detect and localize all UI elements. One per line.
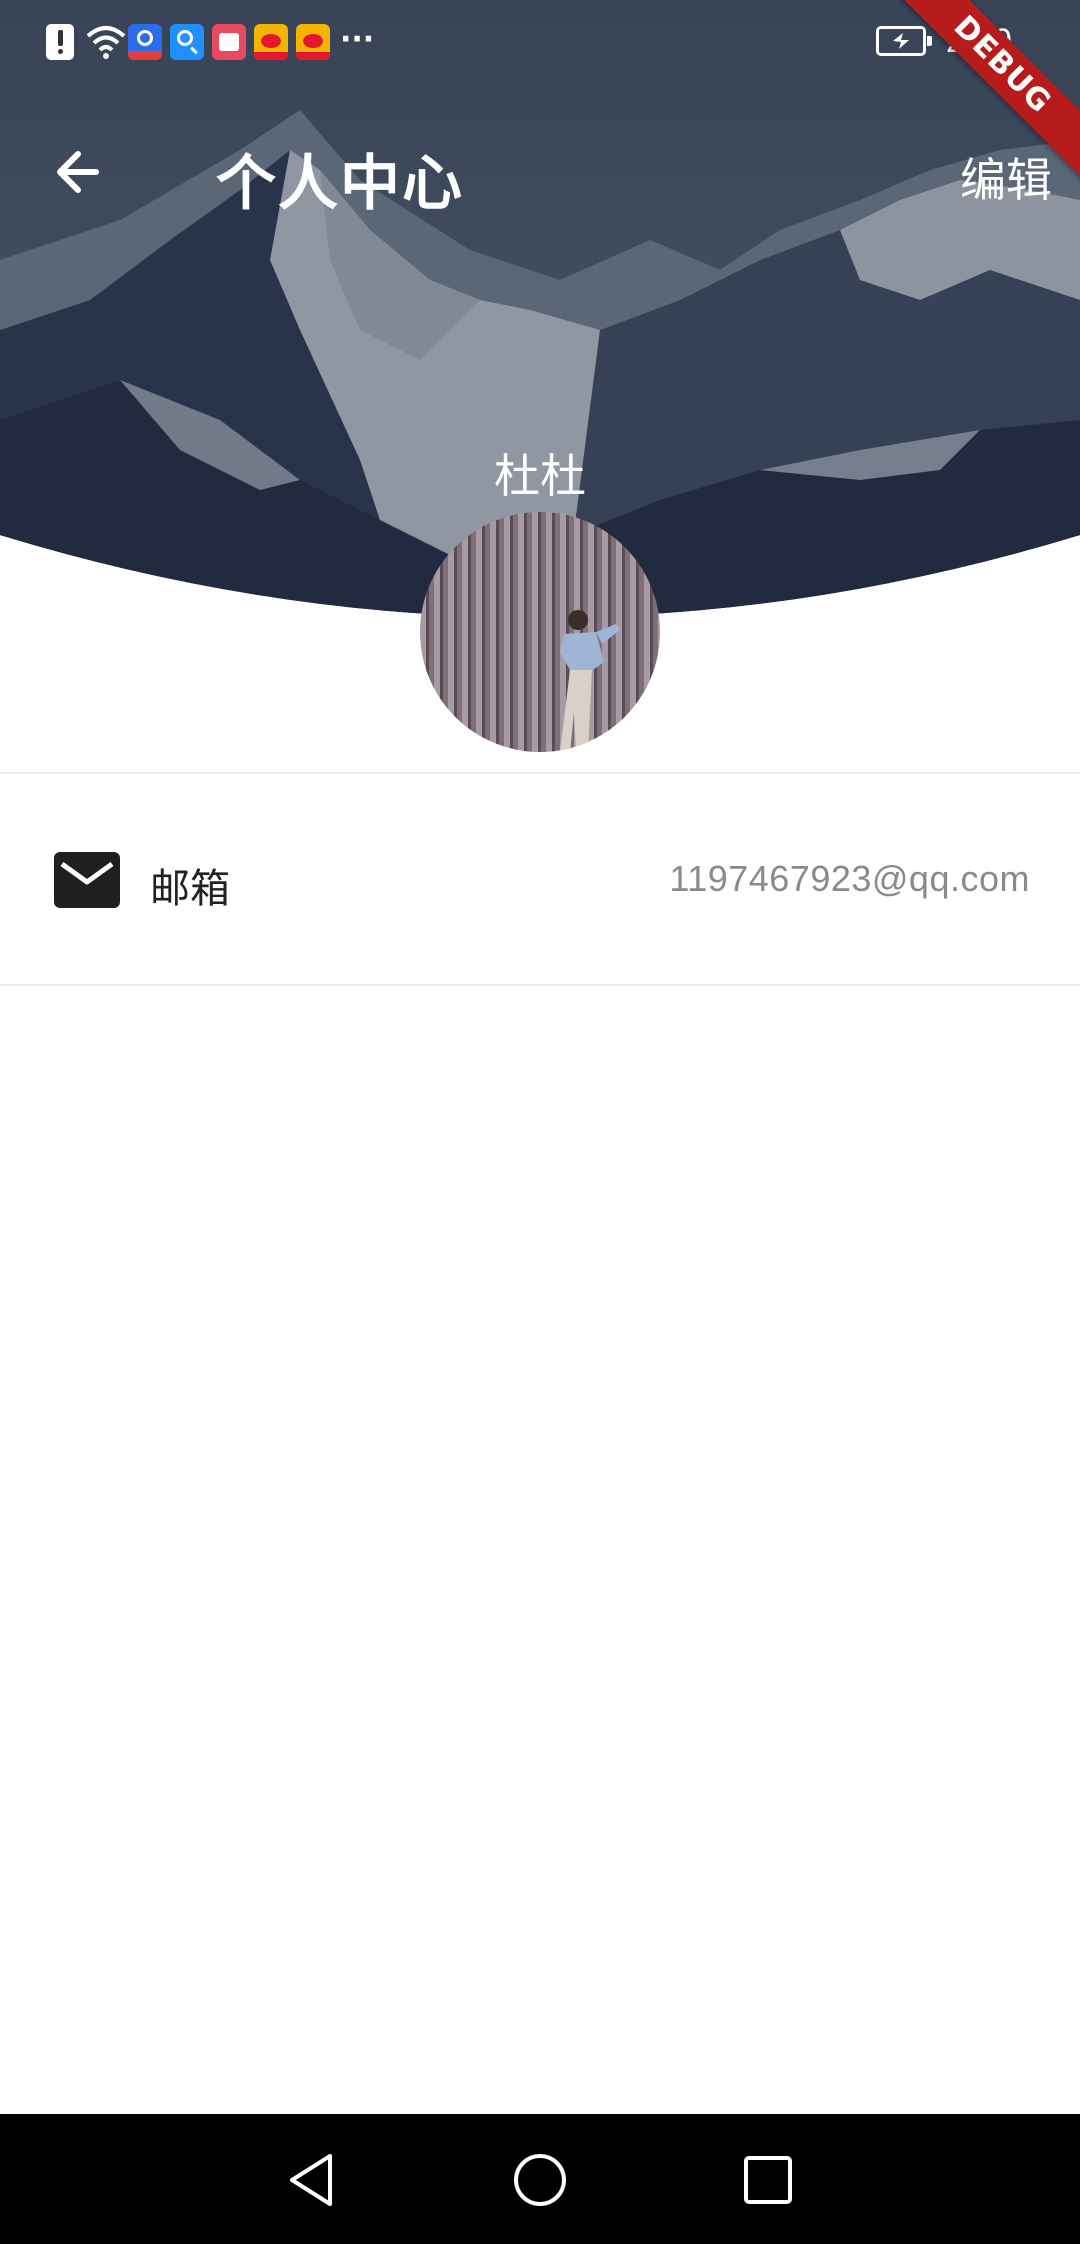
weibo-icon: [254, 24, 288, 60]
avatar-photo: [420, 512, 660, 752]
arrow-back-icon: [57, 151, 99, 193]
avatar[interactable]: [420, 512, 660, 752]
battery-icon: [876, 26, 932, 56]
email-value: 1197467923@qq.com: [669, 858, 1030, 899]
back-button[interactable]: [44, 132, 124, 212]
edit-button[interactable]: 编辑: [960, 144, 1052, 210]
home-circle-icon[interactable]: [508, 2148, 572, 2212]
baidu-icon: [128, 24, 162, 60]
divider: [0, 772, 1080, 774]
more-notifications-indicator: ···: [340, 22, 375, 57]
username: 杜杜: [494, 449, 586, 503]
weibo-icon: [296, 24, 330, 60]
page-title: 个人中心: [216, 149, 464, 219]
mail-icon: [54, 852, 120, 908]
recents-square-icon[interactable]: [736, 2148, 800, 2212]
alert-icon: [46, 24, 74, 60]
divider: [0, 984, 1080, 986]
back-triangle-icon[interactable]: [280, 2148, 344, 2212]
email-label: 邮箱: [150, 866, 230, 912]
wifi-icon: [86, 26, 126, 59]
notes-app-icon: [212, 24, 246, 60]
search-app-icon: [170, 24, 204, 60]
